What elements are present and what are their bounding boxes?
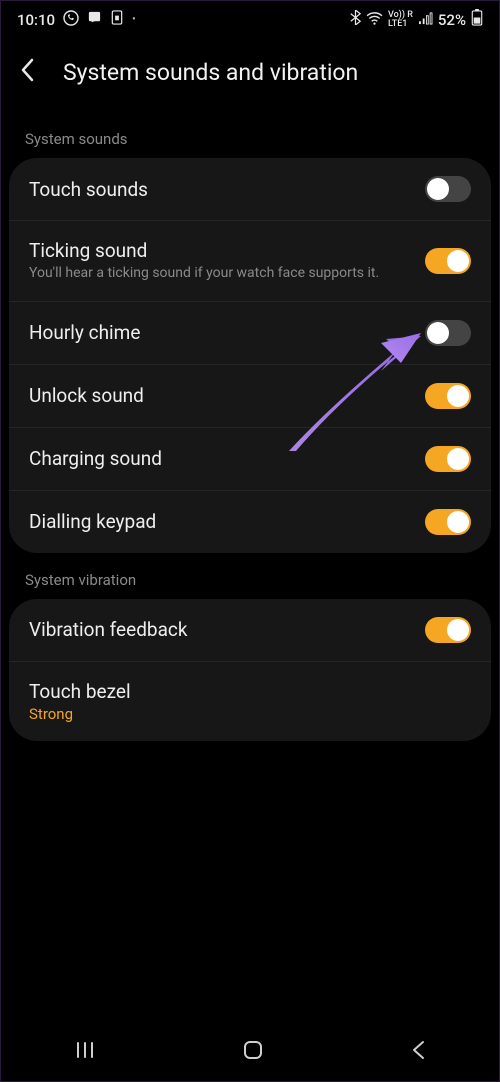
wifi-icon: [366, 11, 383, 29]
row-title: Dialling keypad: [29, 510, 413, 533]
nav-bar: [1, 1023, 499, 1081]
battery-icon: [471, 9, 483, 30]
chat-icon: [87, 10, 102, 29]
section-label-sounds: System sounds: [1, 112, 499, 158]
row-title: Unlock sound: [29, 384, 413, 407]
sounds-card: Touch sounds Ticking sound You'll hear a…: [9, 158, 491, 553]
more-dot: •: [132, 14, 136, 25]
back-button[interactable]: [9, 52, 45, 92]
row-unlock-sound[interactable]: Unlock sound: [9, 365, 491, 428]
row-vibration-feedback[interactable]: Vibration feedback: [9, 599, 491, 662]
battery-percent: 52%: [438, 11, 466, 29]
toggle-unlock-sound[interactable]: [425, 383, 471, 409]
toggle-vibration-feedback[interactable]: [425, 617, 471, 643]
row-title: Ticking sound: [29, 239, 413, 262]
status-time: 10:10: [17, 11, 55, 29]
toggle-charging-sound[interactable]: [425, 446, 471, 472]
toggle-dialling-keypad[interactable]: [425, 509, 471, 535]
section-label-vibration: System vibration: [1, 553, 499, 599]
row-sub: You'll hear a ticking sound if your watc…: [29, 264, 413, 283]
toggle-hourly-chime[interactable]: [425, 320, 471, 346]
row-charging-sound[interactable]: Charging sound: [9, 428, 491, 491]
vibration-card: Vibration feedback Touch bezel Strong: [9, 599, 491, 741]
nav-home-button[interactable]: [241, 1038, 265, 1066]
nav-back-button[interactable]: [409, 1039, 427, 1065]
page-title: System sounds and vibration: [63, 59, 358, 86]
row-touch-bezel[interactable]: Touch bezel Strong: [9, 662, 491, 741]
page-header: System sounds and vibration: [1, 34, 499, 112]
toggle-touch-sounds[interactable]: [425, 176, 471, 202]
whatsapp-icon: [63, 10, 79, 30]
row-title: Touch sounds: [29, 178, 413, 201]
row-value: Strong: [29, 705, 459, 723]
row-touch-sounds[interactable]: Touch sounds: [9, 158, 491, 221]
row-title: Charging sound: [29, 447, 413, 470]
row-hourly-chime[interactable]: Hourly chime: [9, 302, 491, 365]
row-title: Vibration feedback: [29, 618, 413, 641]
status-bar: 10:10 • Vo)) RLTE1 52%: [1, 1, 499, 34]
row-dialling-keypad[interactable]: Dialling keypad: [9, 491, 491, 553]
nav-recent-button[interactable]: [73, 1039, 97, 1065]
bluetooth-icon: [350, 10, 361, 29]
sim-icon: [110, 10, 124, 29]
volte-indicator: Vo)) RLTE1: [388, 11, 413, 29]
row-title: Touch bezel: [29, 680, 459, 703]
toggle-ticking-sound[interactable]: [425, 248, 471, 274]
signal-icon: [418, 11, 433, 29]
row-ticking-sound[interactable]: Ticking sound You'll hear a ticking soun…: [9, 221, 491, 302]
row-title: Hourly chime: [29, 321, 413, 344]
